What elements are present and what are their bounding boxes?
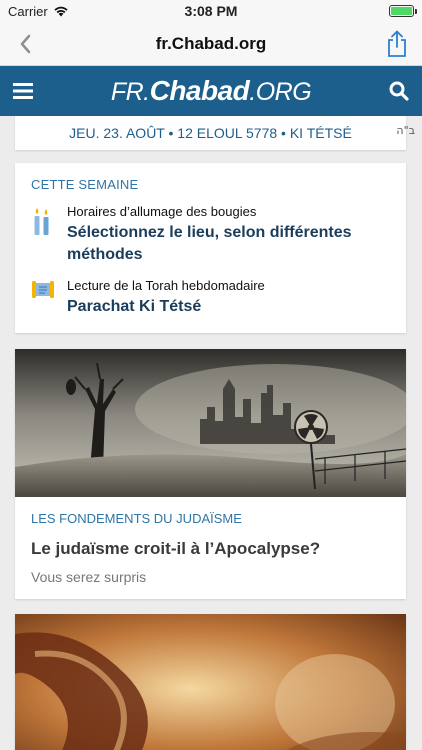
article-subtitle: Vous serez surpris — [31, 569, 147, 585]
logo-suffix: .ORG — [249, 78, 312, 106]
search-button[interactable] — [376, 66, 422, 116]
bsd-mark: ב"ה — [396, 124, 415, 137]
logo-prefix: FR. — [110, 78, 150, 106]
share-button[interactable] — [372, 22, 422, 66]
carrier-label: Carrier — [8, 3, 48, 19]
wifi-icon — [54, 6, 68, 17]
torah-scroll-icon — [32, 281, 54, 298]
article-category[interactable]: LES FONDEMENTS DU JUDAÏSME — [31, 511, 390, 526]
hamburger-menu-icon — [13, 83, 33, 99]
back-button[interactable] — [0, 22, 50, 66]
browser-nav-bar: fr.Chabad.org — [0, 22, 422, 66]
chevron-left-icon — [20, 34, 31, 53]
this-week-heading: CETTE SEMAINE — [31, 177, 139, 192]
logo-brand: Chabad — [149, 75, 250, 106]
candle-lighting-item[interactable]: Horaires d’allumage des bougies Sélectio… — [31, 204, 390, 266]
search-icon — [389, 81, 409, 101]
status-time: 3:08 PM — [184, 3, 238, 19]
shofar-image — [15, 614, 406, 750]
this-week-card: CETTE SEMAINE Horaires d’allumage des bo… — [15, 163, 406, 333]
status-bar: Carrier 3:08 PM — [0, 0, 422, 22]
page-url-title: fr.Chabad.org — [155, 33, 267, 53]
torah-reading-item[interactable]: Lecture de la Torah hebdomadaire Paracha… — [31, 278, 390, 318]
candle-lighting-link[interactable]: Sélectionnez le lieu, selon différentes … — [67, 222, 390, 266]
candle-lighting-label: Horaires d’allumage des bougies — [67, 204, 257, 219]
torah-reading-label: Lecture de la Torah hebdomadaire — [67, 278, 265, 293]
hebrew-date-bar[interactable]: JEU. 23. AOÛT • 12 ELOUL 5778 • KI TÉTSÉ — [15, 116, 406, 150]
share-icon — [388, 30, 406, 57]
apocalypse-ruins-image — [15, 349, 406, 497]
article-title[interactable]: Le judaïsme croit-il à l’Apocalypse? — [31, 539, 390, 559]
date-text: JEU. 23. AOÛT • 12 ELOUL 5778 • KI TÉTSÉ — [69, 125, 352, 141]
article-card[interactable]: LES FONDEMENTS DU JUDAÏSME Le judaïsme c… — [15, 349, 406, 599]
menu-button[interactable] — [0, 66, 46, 116]
candles-icon — [34, 208, 49, 235]
article-card[interactable] — [15, 614, 406, 750]
torah-reading-link[interactable]: Parachat Ki Tétsé — [67, 296, 265, 318]
site-header: FR.Chabad.ORG — [0, 66, 422, 116]
site-logo[interactable]: FR.Chabad.ORG — [46, 75, 376, 107]
battery-icon — [389, 5, 417, 17]
